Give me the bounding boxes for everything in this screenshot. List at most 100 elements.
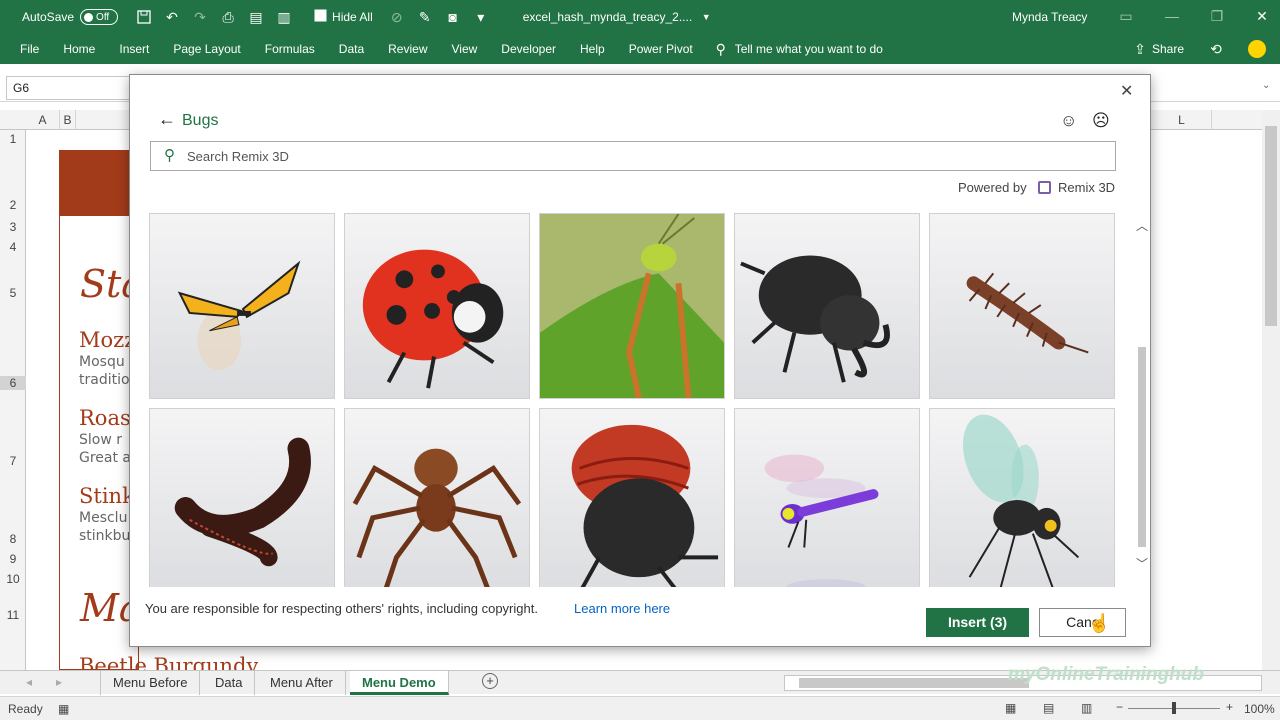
- insert-button[interactable]: Insert (3): [926, 608, 1029, 637]
- row-header[interactable]: 8: [0, 532, 26, 546]
- dialog-scrollbar-thumb[interactable]: [1138, 347, 1146, 547]
- frown-feedback-icon[interactable]: ☹: [1092, 111, 1110, 131]
- thumbnail-spider[interactable]: [344, 408, 530, 587]
- zoom-in-icon[interactable]: +: [1226, 700, 1233, 714]
- thumbnail-stag-beetle[interactable]: [734, 213, 920, 399]
- scroll-down-icon[interactable]: ﹀: [1136, 555, 1148, 572]
- row-header[interactable]: 3: [0, 220, 26, 234]
- row-header[interactable]: 7: [0, 454, 26, 468]
- menu-item-name: Mozz: [79, 328, 136, 352]
- learn-more-link[interactable]: Learn more here: [574, 601, 670, 616]
- row-header[interactable]: 1: [0, 132, 26, 146]
- tab-scroll-right-icon[interactable]: ▸: [56, 675, 62, 689]
- ribbon-display-icon[interactable]: ▭: [1118, 8, 1134, 24]
- add-sheet-icon[interactable]: +: [482, 673, 498, 689]
- close-window-icon[interactable]: ✕: [1254, 8, 1270, 24]
- column-header-a[interactable]: A: [26, 110, 60, 130]
- formula-expand-icon[interactable]: ⌄: [1262, 80, 1270, 91]
- sheet-tab-menu-before[interactable]: Menu Before: [100, 671, 201, 695]
- share-button[interactable]: Share: [1152, 42, 1184, 56]
- redo-icon[interactable]: ↷: [192, 9, 208, 25]
- sheet-tab-data[interactable]: Data: [203, 671, 256, 695]
- row-header[interactable]: 10: [0, 572, 26, 586]
- close-dialog-icon[interactable]: ✕: [1120, 81, 1133, 101]
- save-icon[interactable]: [136, 9, 152, 25]
- eraser-icon[interactable]: ✎: [417, 9, 433, 25]
- smiley-feedback-icon[interactable]: [1248, 40, 1266, 58]
- menu-item-desc: Mesclu: [79, 510, 128, 526]
- zoom-out-icon[interactable]: −: [1116, 700, 1123, 714]
- thumbnail-millipede[interactable]: [149, 408, 335, 587]
- print-preview-icon[interactable]: ⎙: [220, 9, 236, 25]
- customize-qat-icon[interactable]: ▾: [473, 9, 489, 25]
- normal-view-icon[interactable]: ▦: [1005, 701, 1016, 715]
- tab-home[interactable]: Home: [51, 42, 107, 56]
- tab-insert[interactable]: Insert: [107, 42, 161, 56]
- thumbnail-red-beetle[interactable]: [539, 408, 725, 587]
- menu-item-desc: Great a: [79, 450, 132, 466]
- autosave-state: Off: [96, 11, 110, 23]
- horizontal-scrollbar-thumb[interactable]: [799, 678, 1029, 688]
- share-icon[interactable]: ⇪: [1132, 41, 1148, 57]
- column-header-l[interactable]: L: [1152, 110, 1212, 130]
- tab-formulas[interactable]: Formulas: [253, 42, 327, 56]
- filename-dropdown-icon[interactable]: ▼: [698, 9, 714, 25]
- cancel-button[interactable]: Canc: [1039, 608, 1126, 637]
- hide-all-label[interactable]: Hide All: [332, 10, 373, 24]
- row-header[interactable]: 11: [0, 608, 26, 622]
- row-header[interactable]: 9: [0, 552, 26, 566]
- sheet-tab-menu-demo[interactable]: Menu Demo: [350, 671, 449, 695]
- row-headers: 1 2 3 4 5 6 7 8 9 10 11: [0, 130, 26, 670]
- tab-developer[interactable]: Developer: [489, 42, 568, 56]
- form-icon[interactable]: ▤: [248, 9, 264, 25]
- menu-item-desc: Slow r: [79, 432, 122, 448]
- restore-icon[interactable]: ❐: [1209, 8, 1225, 24]
- scroll-up-icon[interactable]: ︿: [1136, 217, 1148, 234]
- thumbnail-ladybug[interactable]: [344, 213, 530, 399]
- column-header-b[interactable]: B: [60, 110, 76, 130]
- autosave-toggle[interactable]: Off: [80, 9, 119, 25]
- camera-icon[interactable]: ◙: [445, 9, 461, 25]
- user-name[interactable]: Mynda Treacy: [1012, 10, 1087, 24]
- row-header[interactable]: 4: [0, 240, 26, 254]
- page-break-view-icon[interactable]: ▥: [1081, 701, 1092, 715]
- sheet-vertical-scrollbar[interactable]: [1262, 110, 1280, 670]
- file-name[interactable]: excel_hash_mynda_treacy_2....: [523, 10, 692, 24]
- tab-data[interactable]: Data: [327, 42, 376, 56]
- sheet-tab-menu-after[interactable]: Menu After: [258, 671, 346, 695]
- hide-all-checkbox-icon[interactable]: [312, 9, 328, 25]
- thumbnail-butterfly[interactable]: [149, 213, 335, 399]
- sheet-icon[interactable]: ▥: [276, 9, 292, 25]
- thumbnail-mosquito[interactable]: [929, 408, 1115, 587]
- thumbnail-dragonfly[interactable]: [734, 408, 920, 587]
- tab-power-pivot[interactable]: Power Pivot: [617, 42, 705, 56]
- row-header[interactable]: 5: [0, 286, 26, 300]
- minimize-icon[interactable]: —: [1164, 8, 1180, 24]
- zoom-slider[interactable]: [1128, 702, 1220, 714]
- back-arrow-icon[interactable]: ←: [158, 109, 176, 130]
- tab-view[interactable]: View: [440, 42, 490, 56]
- history-icon[interactable]: ⟲: [1208, 41, 1224, 57]
- tab-scroll-left-icon[interactable]: ◂: [26, 675, 32, 689]
- smile-feedback-icon[interactable]: ☺: [1060, 111, 1077, 131]
- search-input[interactable]: Search Remix 3D: [150, 141, 1116, 171]
- scrollbar-thumb[interactable]: [1265, 126, 1277, 326]
- macro-record-icon[interactable]: ▦: [58, 702, 69, 716]
- thumbnail-mantis[interactable]: [539, 213, 725, 399]
- undo-icon[interactable]: ↶: [164, 9, 180, 25]
- tell-me-box[interactable]: Tell me what you want to do: [735, 42, 883, 56]
- thumbnail-centipede[interactable]: [929, 213, 1115, 399]
- tab-page-layout[interactable]: Page Layout: [161, 42, 252, 56]
- row-header[interactable]: 6: [0, 376, 26, 390]
- name-box[interactable]: G6: [6, 76, 130, 100]
- zoom-slider-thumb[interactable]: [1172, 702, 1176, 714]
- tab-file[interactable]: File: [0, 42, 51, 56]
- zoom-level[interactable]: 100%: [1244, 702, 1275, 716]
- page-layout-view-icon[interactable]: ▤: [1043, 701, 1054, 715]
- row-header[interactable]: 2: [0, 198, 26, 212]
- dialog-scrollbar[interactable]: ︿ ﹀: [1134, 213, 1150, 575]
- tab-help[interactable]: Help: [568, 42, 617, 56]
- status-bar: Ready ▦ ▦ ▤ ▥ − + 100%: [0, 696, 1280, 720]
- filter-icon[interactable]: ⊘: [389, 9, 405, 25]
- tab-review[interactable]: Review: [376, 42, 439, 56]
